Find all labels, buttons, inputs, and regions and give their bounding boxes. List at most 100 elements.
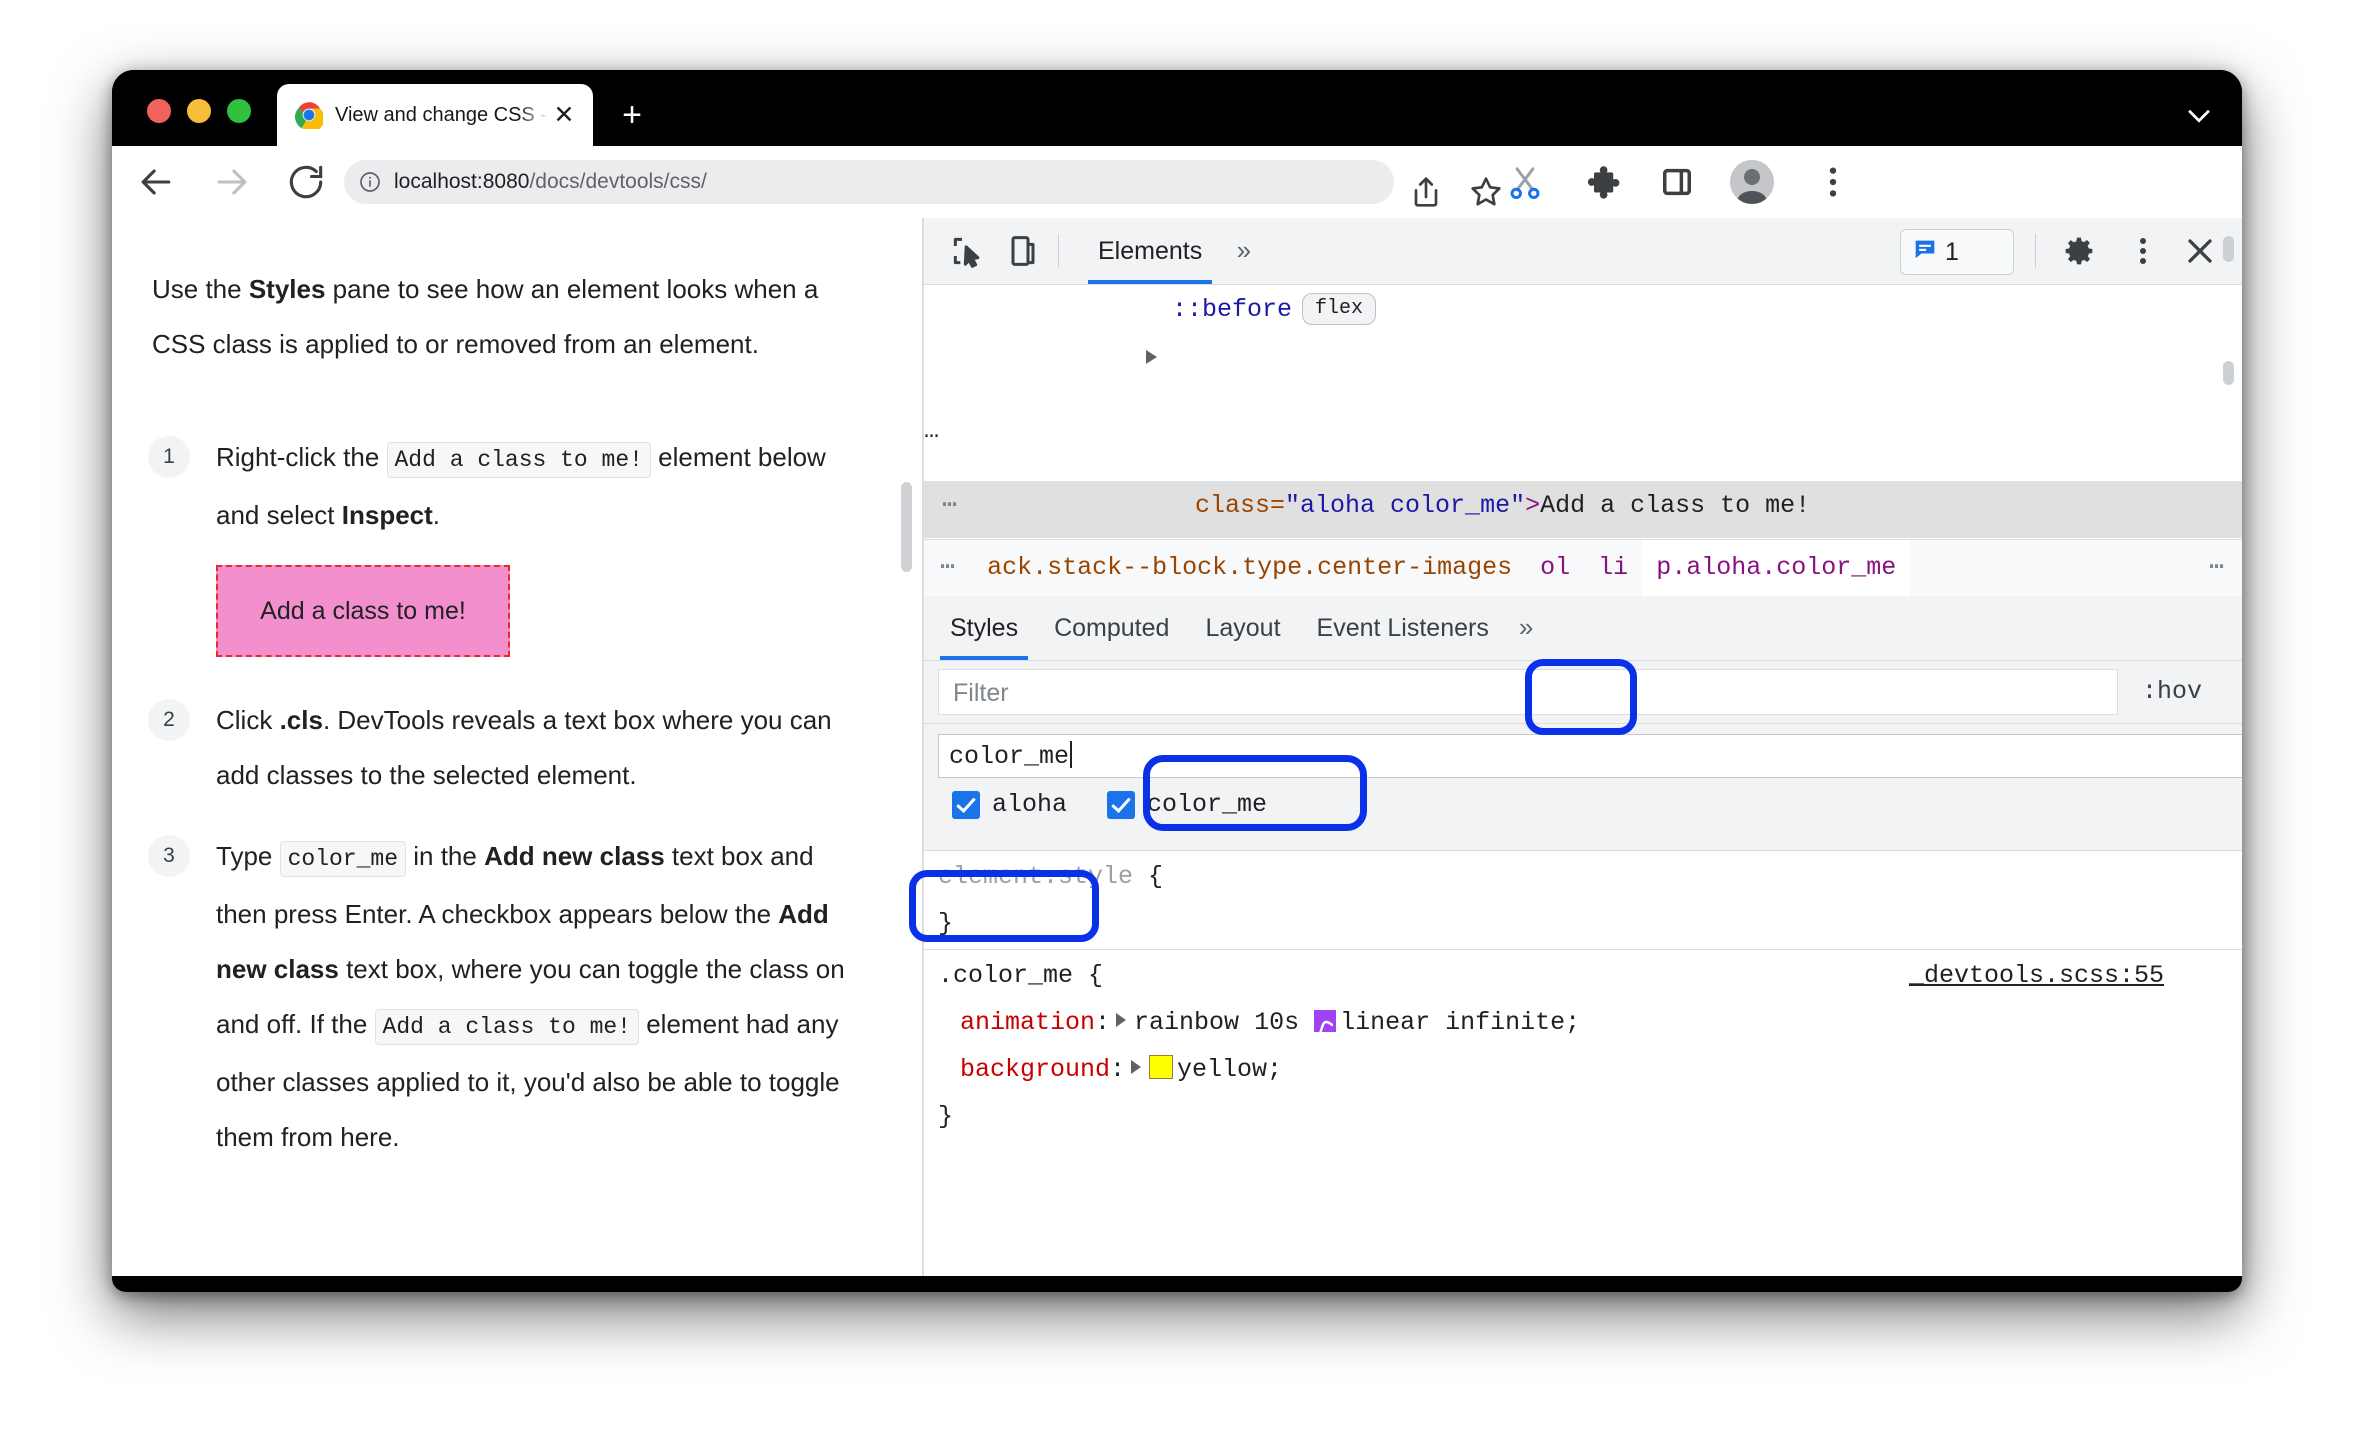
window-minimize-button[interactable] (187, 99, 211, 123)
dom-node-row[interactable]: ⋯ class="aloha color_me">Add a class to … (924, 481, 2242, 538)
flex-badge[interactable]: flex (1302, 293, 1377, 325)
css-value-part-2[interactable]: linear infinite; (1340, 1008, 1580, 1037)
breadcrumb-item[interactable]: li (1584, 540, 1642, 596)
expand-triangle-icon[interactable] (1131, 1060, 1142, 1074)
new-tab-button[interactable]: + (612, 96, 652, 136)
share-icon[interactable] (1406, 172, 1446, 212)
styles-scrollbar-thumb[interactable] (2223, 236, 2234, 262)
window-maximize-button[interactable] (227, 99, 251, 123)
inspect-element-icon[interactable] (946, 231, 988, 271)
issues-icon (1911, 236, 1939, 269)
rule-selector[interactable]: element.style (938, 862, 1133, 891)
expand-triangle-icon[interactable] (1146, 350, 1157, 364)
address-bar[interactable]: localhost:8080/docs/devtools/css/ (344, 160, 1501, 207)
tab-strip: View and change CSS - Chrome ✕ + (112, 70, 2242, 146)
close-devtools-icon[interactable] (2180, 231, 2220, 271)
avatar[interactable] (1730, 160, 1774, 204)
css-declaration[interactable]: animation: rainbow 10s linear infinite; (924, 999, 2242, 1046)
class-toggle-color_me[interactable]: color_me (1093, 790, 1281, 819)
expand-triangle-icon[interactable] (1116, 1013, 1127, 1027)
breadcrumb-item[interactable]: p.aloha.color_me (1642, 540, 1911, 596)
node-text: Add a class to me! (1540, 491, 1811, 520)
class-toggle-aloha[interactable]: aloha (938, 790, 1081, 819)
attr-value: "aloha color_me" (1285, 491, 1526, 520)
style-rule: .color_me {_devtools.scss:55 animation: ra… (924, 949, 2242, 1142)
rule-source-link[interactable]: _devtools.scss:55 (1909, 952, 2164, 999)
page-scrollbar[interactable] (898, 218, 914, 1276)
tab-elements[interactable]: Elements (1080, 218, 1220, 284)
new-class-value: color_me (949, 742, 1070, 771)
rule-header: .color_me {_devtools.scss:55 (924, 952, 2242, 999)
window-close-button[interactable] (147, 99, 171, 123)
rule-selector[interactable]: .color_me (938, 961, 1073, 990)
site-info-icon[interactable] (358, 170, 382, 194)
dom-node-row[interactable]: … (924, 335, 2242, 481)
step-item: 2 Click .cls. DevTools reveals a text box… (148, 693, 854, 829)
demo-target-element[interactable]: Add a class to me! (216, 565, 510, 657)
breadcrumb-item[interactable]: ⋯ (924, 540, 973, 596)
plain-text: Click (216, 705, 280, 735)
sidebar-tab-styles[interactable]: Styles (932, 596, 1036, 660)
url-path: /docs/devtools/css/ (529, 170, 707, 193)
devtools-tab-list: Elements » (1080, 218, 1263, 284)
breadcrumb-item[interactable]: ack.stack--block.type.center-images (973, 540, 1526, 596)
devtools-menu-icon[interactable] (2128, 231, 2158, 271)
styles-scrollbar[interactable] (2220, 226, 2236, 1276)
css-property-name[interactable]: background (938, 1055, 1110, 1084)
reload-icon[interactable] (284, 160, 328, 204)
gear-icon[interactable] (2058, 231, 2100, 271)
dom-node-row[interactable]: ::before flex (924, 285, 2242, 335)
browser-tab[interactable]: View and change CSS - Chrome ✕ (277, 84, 593, 146)
bookmark-star-icon[interactable] (1466, 172, 1506, 212)
styles-filter-toolbar: Filter :hov .cls (924, 661, 2242, 724)
color-swatch-icon[interactable] (1149, 1055, 1174, 1079)
more-tabs-icon[interactable]: » (1225, 219, 1263, 285)
checkbox-icon[interactable] (1107, 790, 1136, 819)
chevron-down-icon[interactable] (2178, 98, 2220, 134)
doc-body: Use the Styles pane to see how an elemen… (112, 218, 894, 1191)
back-icon[interactable] (134, 160, 178, 204)
browser-menu-icon[interactable] (1812, 161, 1854, 203)
issues-counter-button[interactable]: 1 (1900, 229, 2014, 275)
sidebar-tab-layout[interactable]: Layout (1187, 596, 1298, 660)
browser-toolbar: localhost:8080/docs/devtools/css/ (112, 146, 2242, 219)
hov-button[interactable]: :hov (2142, 669, 2202, 715)
checkbox-icon[interactable] (952, 790, 980, 819)
emphasis-text: Add new class (484, 841, 665, 871)
step-number: 1 (148, 436, 190, 478)
issues-count: 1 (1945, 237, 1959, 266)
css-property-name[interactable]: animation (938, 1008, 1095, 1037)
class-checkbox-row: aloha color_me (938, 790, 1281, 819)
forward-icon[interactable] (210, 160, 254, 204)
new-class-input[interactable]: color_me (938, 734, 2242, 778)
more-sidebar-tabs-icon[interactable]: » (1507, 597, 1545, 661)
extensions-puzzle-icon[interactable] (1580, 161, 1622, 203)
side-panel-icon[interactable] (1656, 161, 1698, 203)
toolbar-separator-2 (2035, 234, 2036, 268)
sidebar-tab-event-listeners[interactable]: Event Listeners (1299, 596, 1507, 660)
browser-window: View and change CSS - Chrome ✕ + (112, 70, 2242, 1292)
tag-open: class="aloha color_me">Add a class to me… (924, 491, 1810, 538)
node-gutter-ellipsis[interactable]: ⋯ (924, 483, 1002, 529)
css-declaration[interactable]: background: yellow; (924, 1046, 2242, 1093)
device-toolbar-icon[interactable] (1002, 231, 1044, 271)
step-item: 3 Type color_me in the Add new class text… (148, 829, 854, 1191)
url-text: localhost:8080/docs/devtools/css/ (394, 167, 707, 197)
step-text: Click .cls. DevTools reveals a text box … (216, 705, 832, 790)
node-ellipsis: … (924, 416, 940, 445)
scissors-icon[interactable] (1504, 161, 1546, 203)
css-colon: : (1110, 1055, 1126, 1084)
intro-styles-bold: Styles (248, 274, 326, 304)
css-value-part-1[interactable]: rainbow 10s (1134, 1008, 1314, 1037)
class-name-label: aloha (992, 790, 1068, 819)
page-scrollbar-thumb[interactable] (901, 482, 912, 572)
css-value-part-2[interactable]: yellow; (1177, 1055, 1282, 1084)
sidebar-tab-computed[interactable]: Computed (1036, 596, 1187, 660)
close-tab-icon[interactable]: ✕ (549, 100, 579, 130)
bezier-curve-icon[interactable] (1314, 1010, 1337, 1032)
filter-input[interactable]: Filter (938, 669, 2118, 715)
breadcrumb-item[interactable]: ol (1526, 540, 1584, 596)
devtools-toolbar: Elements » 1 (924, 218, 2242, 285)
styles-rules: element.style {} .color_me {_devtools.scs… (924, 851, 2242, 1276)
rule-brace-close: } (938, 909, 954, 938)
